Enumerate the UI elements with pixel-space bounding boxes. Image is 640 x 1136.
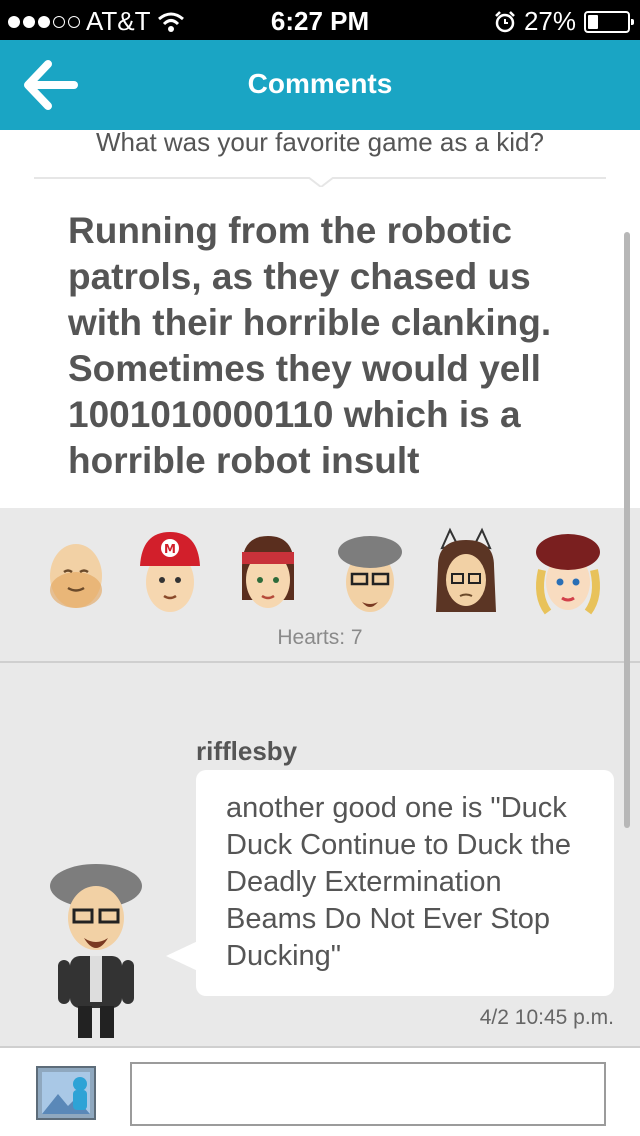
avatar-cat-ears[interactable]: [428, 526, 504, 616]
page-title: Comments: [247, 68, 393, 99]
scrollbar[interactable]: [624, 232, 630, 828]
svg-text:M: M: [164, 542, 176, 556]
hearts-count: Hearts: 7: [277, 626, 363, 649]
avatar-bald-bearded[interactable]: [38, 526, 114, 616]
comment-compose-bar: [0, 1046, 640, 1136]
comment-timestamp: 4/2 10:45 p.m.: [479, 1006, 614, 1029]
hearts-panel: M Hearts: 7: [0, 508, 640, 662]
status-right: 27%: [494, 6, 634, 37]
status-bar: AT&T 6:27 PM 27%: [0, 0, 640, 40]
avatar-grey-hat-glasses[interactable]: [332, 526, 408, 616]
hearts-avatar-list: M: [0, 526, 640, 616]
navigation-bar: Comments: [0, 40, 640, 130]
photo-icon[interactable]: [36, 1066, 96, 1120]
comment-username[interactable]: rifflesby: [196, 736, 297, 767]
alarm-clock-icon: [495, 10, 515, 32]
battery-icon: [584, 10, 634, 33]
comment-input[interactable]: [130, 1062, 606, 1126]
avatar-headband[interactable]: [230, 526, 306, 616]
battery-percent: 27%: [523, 6, 576, 36]
comment-text: another good one is "Duck Duck Continue …: [226, 792, 571, 972]
avatar-beret-blonde[interactable]: [530, 526, 606, 616]
answer-text: Running from the robotic patrols, as the…: [68, 210, 552, 481]
chevron-down-icon: [308, 171, 334, 187]
commenter-avatar[interactable]: [46, 860, 146, 1040]
avatar-red-cap[interactable]: M: [132, 526, 208, 616]
comment-bubble: another good one is "Duck Duck Continue …: [196, 770, 614, 996]
speech-bubble-tail-icon: [166, 940, 200, 972]
